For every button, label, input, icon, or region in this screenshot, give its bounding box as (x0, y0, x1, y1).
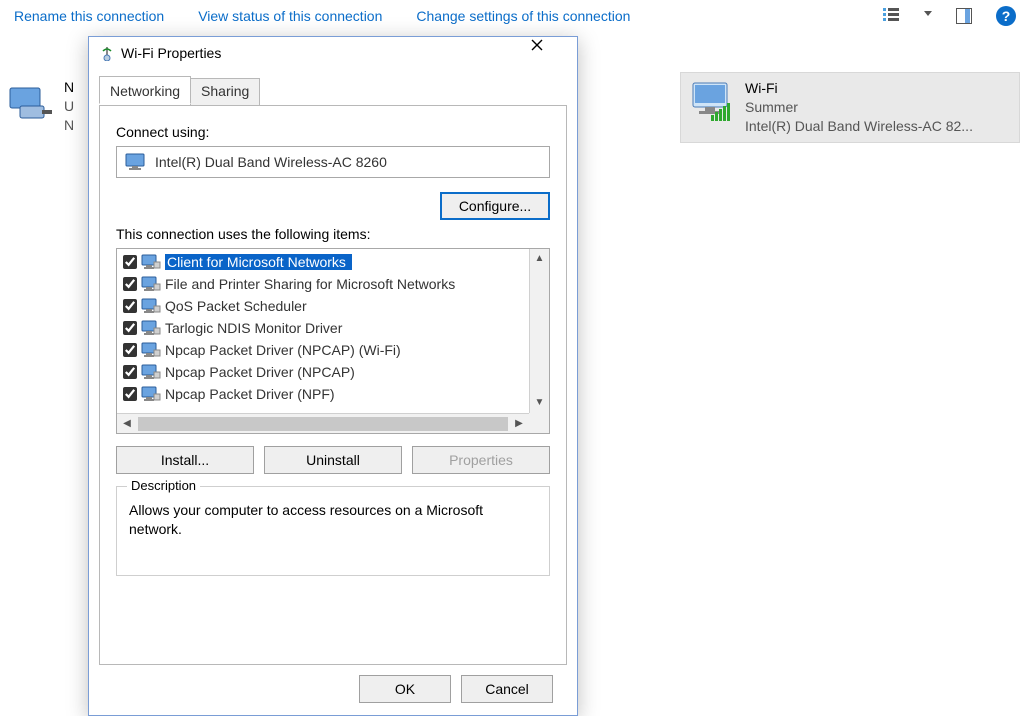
configure-button[interactable]: Configure... (440, 192, 550, 220)
component-item[interactable]: Npcap Packet Driver (NPF) (119, 383, 527, 405)
component-label: Tarlogic NDIS Monitor Driver (165, 320, 342, 336)
component-item[interactable]: QoS Packet Scheduler (119, 295, 527, 317)
component-label: File and Printer Sharing for Microsoft N… (165, 276, 455, 292)
wifi-name: Wi-Fi (745, 79, 973, 98)
component-item[interactable]: File and Printer Sharing for Microsoft N… (119, 273, 527, 295)
component-icon (141, 320, 161, 336)
tab-strip: Networking Sharing (99, 78, 567, 106)
component-label: Npcap Packet Driver (NPCAP) (165, 364, 355, 380)
dialog-titlebar[interactable]: Wi-Fi Properties (89, 37, 577, 69)
scroll-down-icon[interactable]: ▼ (530, 393, 549, 413)
scrollbar-thumb[interactable] (138, 417, 508, 431)
close-button[interactable] (531, 39, 571, 67)
adapter-field[interactable]: Intel(R) Dual Band Wireless-AC 8260 (116, 146, 550, 178)
uninstall-button[interactable]: Uninstall (264, 446, 402, 474)
scroll-up-icon[interactable]: ▲ (530, 249, 549, 269)
description-text: Allows your computer to access resources… (129, 501, 537, 539)
wifi-properties-dialog: Wi-Fi Properties Networking Sharing Conn… (88, 36, 578, 716)
properties-button[interactable]: Properties (412, 446, 550, 474)
install-button[interactable]: Install... (116, 446, 254, 474)
ethernet-name: N (64, 78, 74, 97)
component-checkbox[interactable] (123, 255, 137, 269)
component-icon (141, 254, 161, 270)
component-item[interactable]: Tarlogic NDIS Monitor Driver (119, 317, 527, 339)
scroll-left-icon[interactable]: ◀ (117, 414, 137, 433)
description-legend: Description (127, 478, 200, 493)
component-label: Client for Microsoft Networks (165, 254, 352, 270)
component-icon (141, 298, 161, 314)
cancel-button[interactable]: Cancel (461, 675, 553, 703)
component-checkbox[interactable] (123, 343, 137, 357)
wifi-adapter: Intel(R) Dual Band Wireless-AC 82... (745, 117, 973, 136)
help-button[interactable]: ? (996, 6, 1016, 26)
ethernet-status: U (64, 97, 74, 116)
nic-icon (6, 78, 56, 122)
scroll-right-icon[interactable]: ▶ (509, 414, 529, 433)
items-label: This connection uses the following items… (116, 226, 550, 242)
rename-connection-link[interactable]: Rename this connection (8, 4, 170, 28)
close-icon (531, 39, 543, 51)
component-icon (141, 386, 161, 402)
wifi-titlebar-icon (99, 45, 115, 61)
items-listbox[interactable]: Client for Microsoft Networks File and Pr… (116, 248, 550, 434)
component-item[interactable]: Npcap Packet Driver (NPCAP) (119, 361, 527, 383)
component-checkbox[interactable] (123, 299, 137, 313)
description-group: Description Allows your computer to acce… (116, 486, 550, 576)
component-item[interactable]: Npcap Packet Driver (NPCAP) (Wi-Fi) (119, 339, 527, 361)
component-checkbox[interactable] (123, 277, 137, 291)
component-item[interactable]: Client for Microsoft Networks (119, 251, 527, 273)
adapter-name: Intel(R) Dual Band Wireless-AC 8260 (155, 154, 387, 170)
ok-button[interactable]: OK (359, 675, 451, 703)
component-icon (141, 342, 161, 358)
tab-sharing[interactable]: Sharing (190, 78, 260, 106)
component-icon (141, 364, 161, 380)
vertical-scrollbar[interactable]: ▲ ▼ (529, 249, 549, 413)
connect-using-label: Connect using: (116, 124, 550, 140)
dialog-title: Wi-Fi Properties (121, 45, 531, 61)
change-settings-link[interactable]: Change settings of this connection (410, 4, 636, 28)
component-label: Npcap Packet Driver (NPF) (165, 386, 335, 402)
wifi-connection-item[interactable]: Wi-Fi Summer Intel(R) Dual Band Wireless… (680, 72, 1020, 143)
component-label: Npcap Packet Driver (NPCAP) (Wi-Fi) (165, 342, 401, 358)
wifi-status: Summer (745, 98, 973, 117)
tab-body-networking: Connect using: Intel(R) Dual Band Wirele… (99, 105, 567, 665)
tab-networking[interactable]: Networking (99, 76, 191, 104)
component-checkbox[interactable] (123, 387, 137, 401)
component-icon (141, 276, 161, 292)
component-checkbox[interactable] (123, 321, 137, 335)
ethernet-connection-text: N U N (64, 78, 74, 135)
view-status-link[interactable]: View status of this connection (192, 4, 388, 28)
monitor-icon (125, 153, 147, 171)
component-label: QoS Packet Scheduler (165, 298, 307, 314)
preview-pane-button[interactable] (954, 6, 974, 26)
wifi-monitor-icon (687, 79, 737, 123)
wifi-connection-text: Wi-Fi Summer Intel(R) Dual Band Wireless… (745, 79, 973, 136)
view-options-dropdown-icon[interactable] (924, 11, 932, 16)
ethernet-adapter: N (64, 116, 74, 135)
view-options-button[interactable] (881, 6, 901, 26)
component-checkbox[interactable] (123, 365, 137, 379)
command-bar: Rename this connection View status of th… (0, 0, 1024, 32)
horizontal-scrollbar[interactable]: ◀ ▶ (117, 413, 529, 433)
